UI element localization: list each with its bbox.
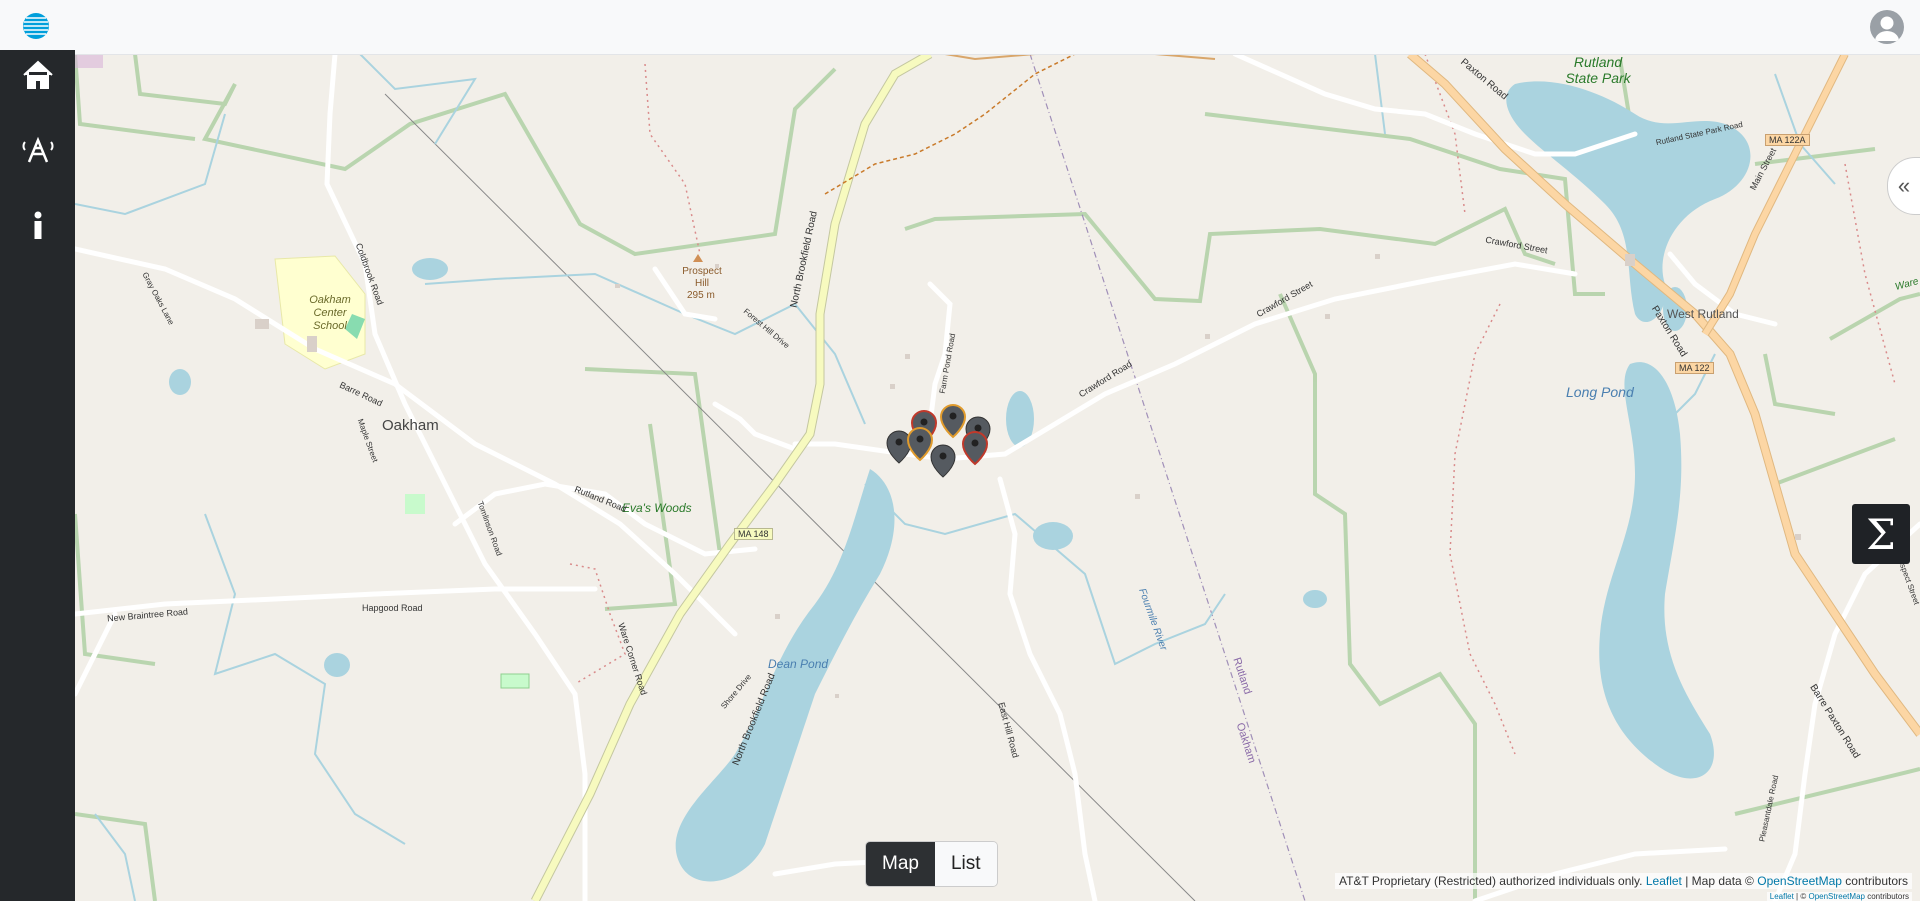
map-tiles	[75, 54, 1920, 901]
home-icon[interactable]	[19, 56, 57, 94]
attribution-notice: AT&T Proprietary (Restricted) authorized…	[1339, 874, 1643, 888]
osm-link[interactable]: OpenStreetMap	[1757, 874, 1842, 888]
attribution-separator-small: | ©	[1796, 892, 1807, 901]
sidebar	[0, 50, 75, 901]
osm-link-small[interactable]: OpenStreetMap	[1808, 892, 1864, 901]
map-attribution-small: Leaflet | © OpenStreetMap contributors	[1766, 892, 1912, 901]
sigma-summary-button[interactable]: Σ	[1852, 504, 1910, 564]
user-avatar-icon[interactable]	[1870, 10, 1904, 44]
att-globe-icon[interactable]	[22, 12, 50, 40]
leaflet-link[interactable]: Leaflet	[1646, 874, 1682, 888]
info-icon[interactable]	[19, 206, 57, 244]
map-view-button[interactable]: Map	[866, 842, 935, 886]
attribution-contributors: contributors	[1845, 874, 1908, 888]
attribution-contributors-small: contributors	[1867, 892, 1909, 901]
attribution-separator: | Map data ©	[1685, 874, 1754, 888]
map-canvas[interactable]: Oakham Oakham Center School Prospect Hil…	[75, 54, 1920, 901]
marker-cluster[interactable]	[886, 403, 991, 478]
top-bar	[0, 0, 1920, 55]
list-view-button[interactable]: List	[934, 842, 997, 886]
map-attribution: AT&T Proprietary (Restricted) authorized…	[1335, 873, 1912, 889]
tower-icon[interactable]	[19, 132, 57, 170]
peak-icon	[693, 254, 703, 262]
leaflet-link-small[interactable]: Leaflet	[1770, 892, 1794, 901]
view-toggle: Map List	[865, 841, 998, 887]
